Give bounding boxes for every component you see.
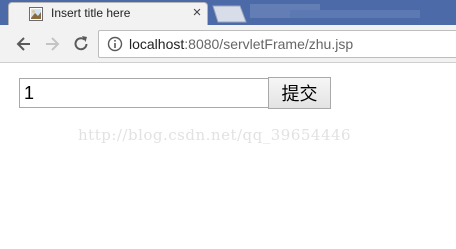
arrow-right-icon[interactable] bbox=[42, 34, 62, 54]
tab-title: Insert title here bbox=[51, 6, 131, 20]
close-icon[interactable]: × bbox=[189, 5, 205, 21]
tab-strip: Insert title here × bbox=[0, 0, 456, 25]
url-host: localhost bbox=[129, 36, 185, 52]
url-text: localhost:8080/servletFrame/zhu.jsp bbox=[129, 36, 353, 52]
background-blur bbox=[290, 10, 420, 18]
text-input[interactable] bbox=[19, 78, 269, 108]
browser-toolbar: localhost:8080/servletFrame/zhu.jsp bbox=[0, 25, 456, 63]
reload-icon[interactable] bbox=[71, 34, 91, 54]
new-tab-button[interactable] bbox=[212, 5, 248, 23]
page-content: 提交 http://blog.csdn.net/qq_39654446 bbox=[0, 63, 456, 249]
page-image-icon bbox=[29, 7, 43, 21]
url-path: :8080/servletFrame/zhu.jsp bbox=[184, 36, 354, 52]
info-icon[interactable] bbox=[107, 36, 123, 52]
browser-tab[interactable]: Insert title here × bbox=[8, 2, 208, 25]
arrow-left-icon[interactable] bbox=[14, 34, 34, 54]
submit-button[interactable]: 提交 bbox=[268, 77, 331, 109]
address-bar[interactable]: localhost:8080/servletFrame/zhu.jsp bbox=[98, 30, 456, 58]
watermark: http://blog.csdn.net/qq_39654446 bbox=[78, 126, 352, 144]
